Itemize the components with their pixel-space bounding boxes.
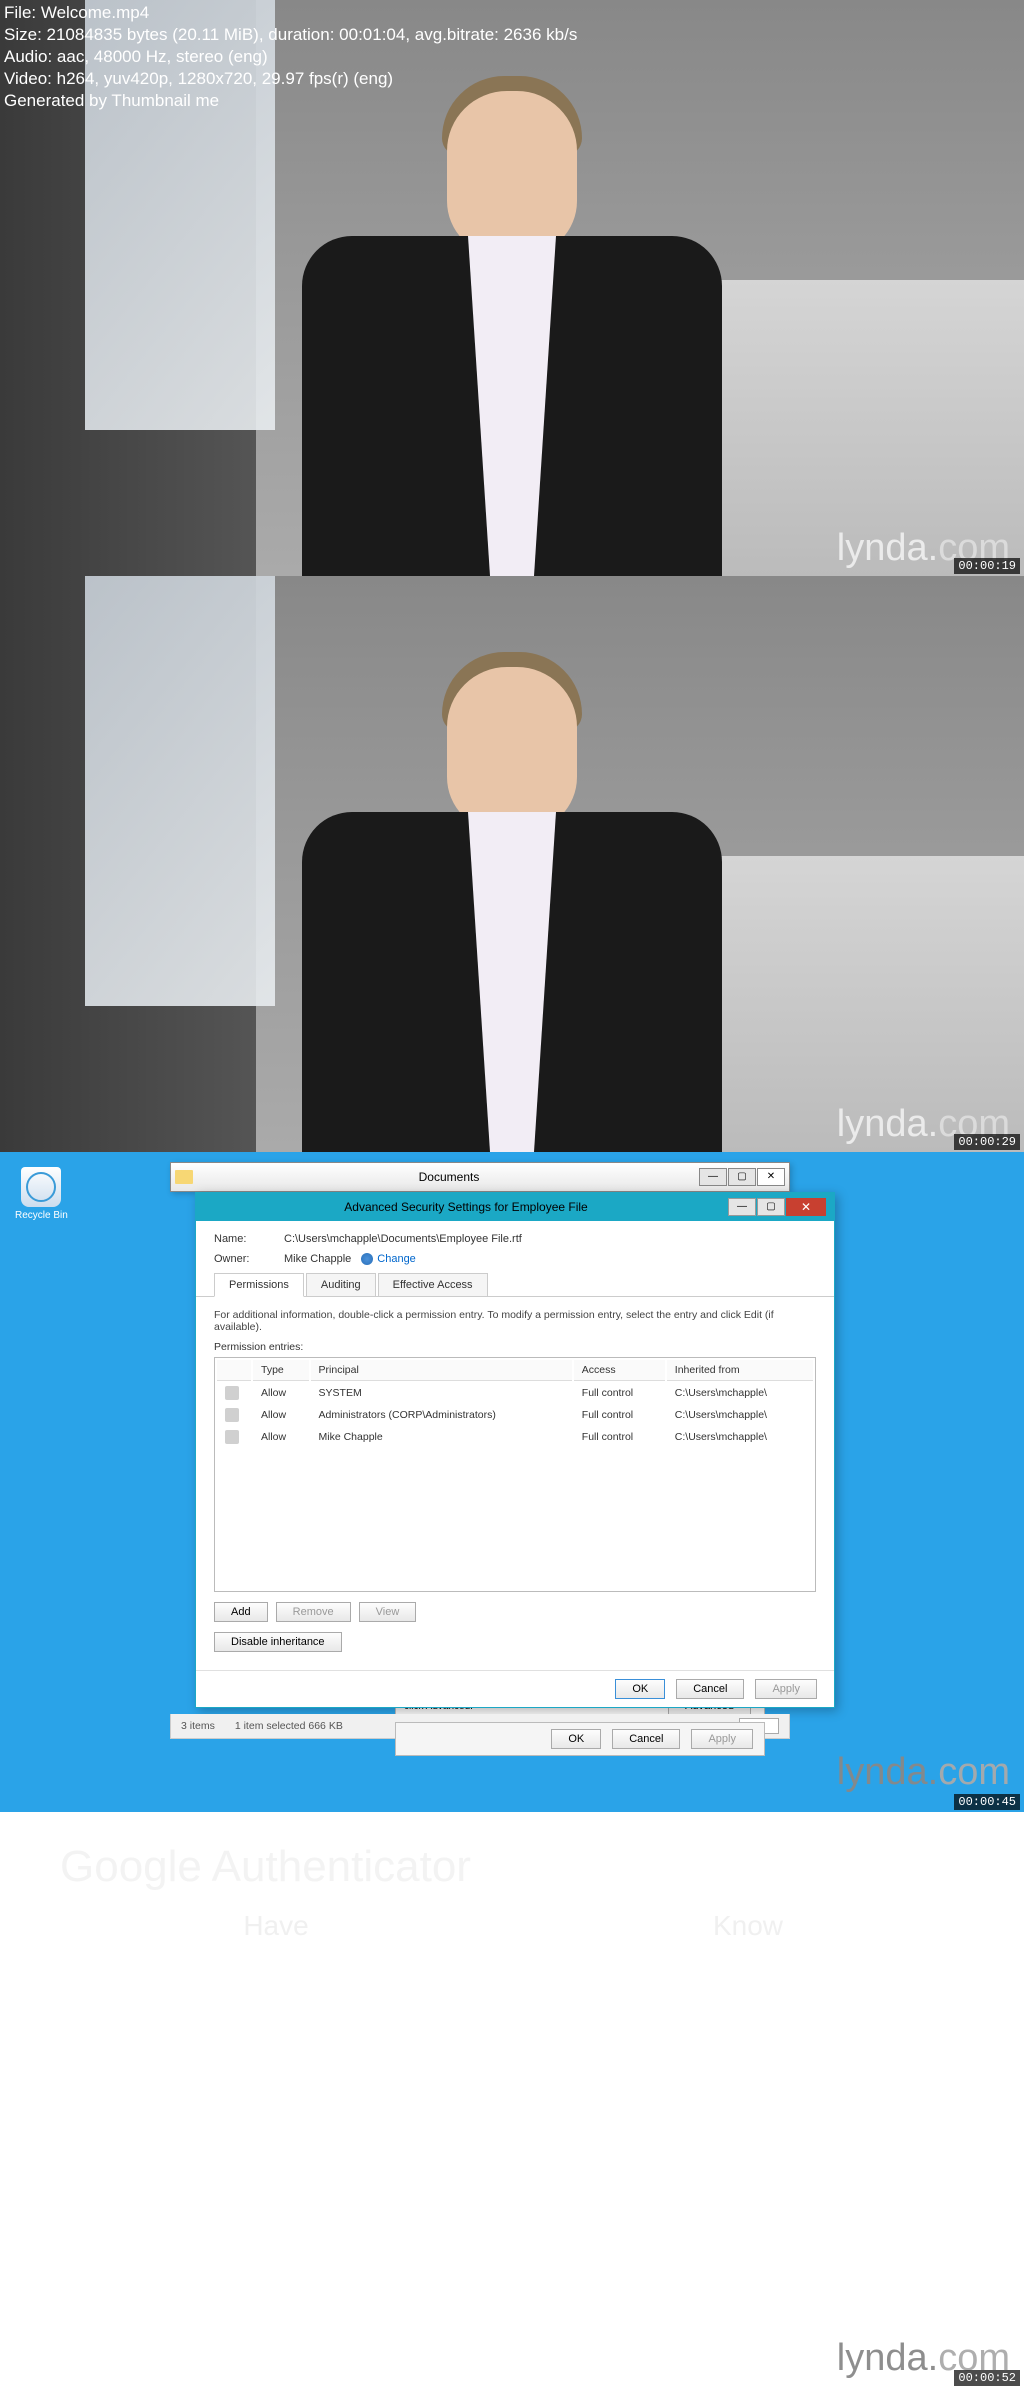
view-button[interactable]: View xyxy=(359,1602,417,1622)
col-principal[interactable]: Principal xyxy=(311,1360,572,1381)
table-row[interactable]: Allow SYSTEM Full control C:\Users\mchap… xyxy=(217,1383,813,1403)
meta-video: Video: h264, yuv420p, 1280x720, 29.97 fp… xyxy=(4,68,577,90)
recycle-bin-label: Recycle Bin xyxy=(15,1210,68,1221)
video-frame-1: File: Welcome.mp4 Size: 21084835 bytes (… xyxy=(0,0,1024,576)
owner-label: Owner: xyxy=(214,1253,284,1265)
properties-footer: OK Cancel Apply xyxy=(395,1722,765,1756)
cancel-button[interactable]: Cancel xyxy=(612,1729,680,1749)
tab-permissions[interactable]: Permissions xyxy=(214,1273,304,1297)
cancel-button[interactable]: Cancel xyxy=(676,1679,744,1699)
frame-timestamp: 00:00:45 xyxy=(954,1794,1020,1810)
permission-table[interactable]: Type Principal Access Inherited from All… xyxy=(214,1357,816,1592)
change-owner-link[interactable]: Change xyxy=(361,1253,416,1265)
meta-size: Size: 21084835 bytes (20.11 MiB), durati… xyxy=(4,24,577,46)
meta-generator: Generated by Thumbnail me xyxy=(4,90,577,112)
recycle-bin[interactable]: Recycle Bin xyxy=(15,1167,68,1221)
advanced-security-dialog[interactable]: Advanced Security Settings for Employee … xyxy=(195,1192,835,1708)
ok-button[interactable]: OK xyxy=(615,1679,665,1699)
video-metadata: File: Welcome.mp4 Size: 21084835 bytes (… xyxy=(0,0,581,114)
user-icon xyxy=(225,1430,239,1444)
user-icon xyxy=(225,1386,239,1400)
video-frame-3: Recycle Bin Documents — ▢ ✕ click Advanc… xyxy=(0,1152,1024,1812)
remove-button[interactable]: Remove xyxy=(276,1602,351,1622)
presenter-figure xyxy=(302,36,722,576)
slide-title: Google Authenticator xyxy=(0,1812,1024,1910)
security-tabs: Permissions Auditing Effective Access xyxy=(196,1273,834,1297)
recycle-bin-icon xyxy=(21,1167,61,1207)
ok-button[interactable]: OK xyxy=(551,1729,601,1749)
add-button[interactable]: Add xyxy=(214,1602,268,1622)
change-icon xyxy=(361,1253,373,1265)
permission-entries-label: Permission entries: xyxy=(214,1341,816,1353)
owner-value: Mike Chapple xyxy=(284,1253,351,1265)
meta-file: File: Welcome.mp4 xyxy=(4,2,577,24)
dialog-titlebar[interactable]: Advanced Security Settings for Employee … xyxy=(196,1193,834,1221)
user-icon xyxy=(225,1408,239,1422)
minimize-button[interactable]: — xyxy=(699,1168,727,1186)
name-value: C:\Users\mchapple\Documents\Employee Fil… xyxy=(284,1233,522,1245)
status-selected: 1 item selected 666 KB xyxy=(235,1720,343,1732)
frame-timestamp: 00:00:52 xyxy=(954,2370,1020,2386)
explorer-window[interactable]: Documents — ▢ ✕ xyxy=(170,1162,790,1192)
close-button[interactable]: ✕ xyxy=(757,1168,785,1186)
minimize-button[interactable]: — xyxy=(728,1198,756,1216)
maximize-button[interactable]: ▢ xyxy=(757,1198,785,1216)
table-row[interactable]: Allow Administrators (CORP\Administrator… xyxy=(217,1405,813,1425)
explorer-title: Documents xyxy=(199,1170,699,1184)
col-access[interactable]: Access xyxy=(574,1360,665,1381)
meta-audio: Audio: aac, 48000 Hz, stereo (eng) xyxy=(4,46,577,68)
frame-timestamp: 00:00:29 xyxy=(954,1134,1020,1150)
apply-button[interactable]: Apply xyxy=(691,1729,753,1749)
slide: Google Authenticator Have Know lynda.com xyxy=(0,1812,1024,2388)
dialog-title: Advanced Security Settings for Employee … xyxy=(204,1200,728,1214)
table-row[interactable]: Allow Mike Chapple Full control C:\Users… xyxy=(217,1427,813,1447)
col-type[interactable]: Type xyxy=(253,1360,309,1381)
apply-button[interactable]: Apply xyxy=(755,1679,817,1699)
tab-auditing[interactable]: Auditing xyxy=(306,1273,376,1296)
video-frame-4: Google Authenticator Have Know lynda.com… xyxy=(0,1812,1024,2388)
col-inherited[interactable]: Inherited from xyxy=(667,1360,813,1381)
close-button[interactable]: ✕ xyxy=(786,1198,826,1216)
windows-desktop[interactable]: Recycle Bin Documents — ▢ ✕ click Advanc… xyxy=(0,1152,1024,1812)
slide-col-have: Have xyxy=(60,1910,492,1942)
explorer-titlebar[interactable]: Documents — ▢ ✕ xyxy=(171,1163,789,1191)
frame-timestamp: 00:00:19 xyxy=(954,558,1020,574)
dialog-footer: OK Cancel Apply xyxy=(196,1670,834,1707)
folder-icon xyxy=(175,1170,193,1184)
lynda-watermark: lynda.com xyxy=(837,1751,1010,1794)
tab-effective-access[interactable]: Effective Access xyxy=(378,1273,488,1296)
dialog-info-text: For additional information, double-click… xyxy=(214,1309,816,1333)
video-frame-2: lynda.com 00:00:29 xyxy=(0,576,1024,1152)
name-label: Name: xyxy=(214,1233,284,1245)
status-item-count: 3 items xyxy=(181,1720,215,1732)
slide-col-know: Know xyxy=(532,1910,964,1942)
maximize-button[interactable]: ▢ xyxy=(728,1168,756,1186)
disable-inheritance-button[interactable]: Disable inheritance xyxy=(214,1632,342,1652)
presenter-figure xyxy=(302,612,722,1152)
